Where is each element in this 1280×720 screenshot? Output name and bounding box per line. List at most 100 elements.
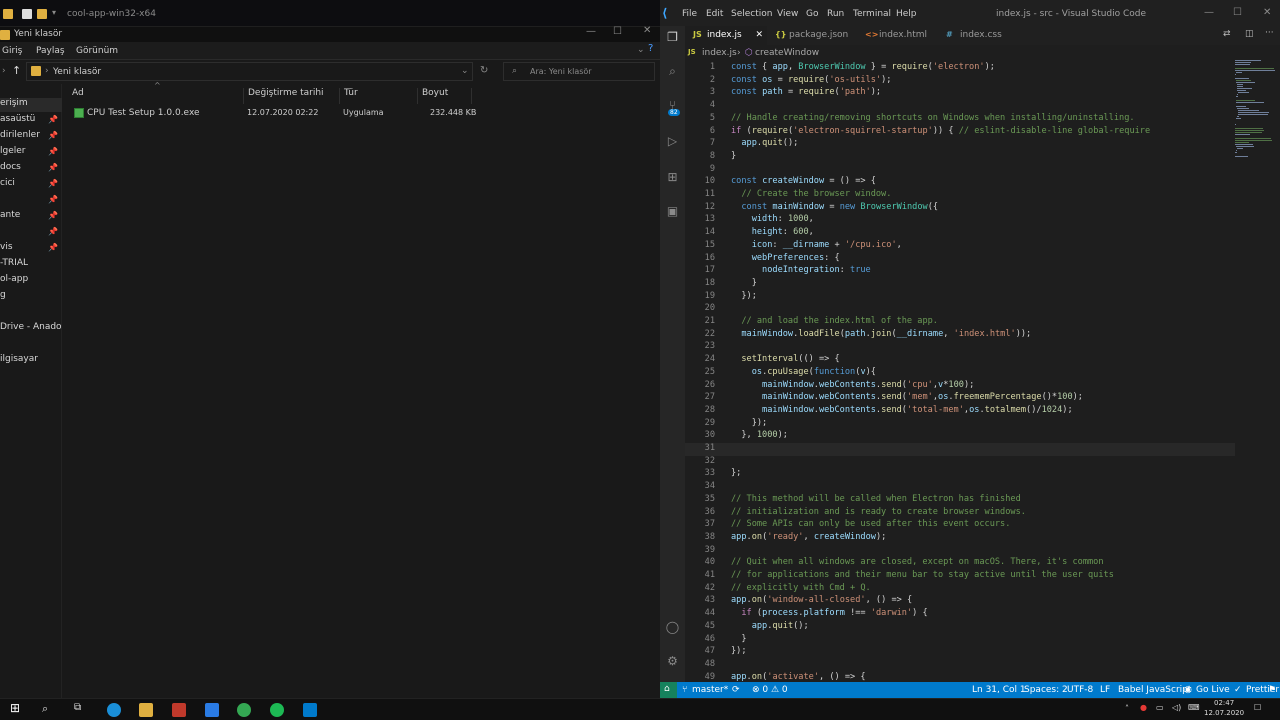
minimize-icon[interactable]: — [586, 26, 596, 37]
tab-index-js[interactable]: JS index.js ✕ [685, 26, 767, 45]
refresh-icon[interactable]: ↻ [480, 65, 488, 76]
spotify-icon[interactable] [270, 703, 284, 717]
notifications-icon[interactable]: ⚑ [1268, 685, 1276, 695]
nav-item[interactable]: Drive - Anadolu Ü [0, 322, 62, 336]
cursor-position[interactable]: Ln 31, Col 1 [972, 685, 1026, 695]
column-header-type[interactable]: Tür [340, 88, 418, 104]
close-icon[interactable]: ✕ [1263, 7, 1271, 18]
run-debug-icon[interactable]: ▷ [665, 134, 680, 149]
file-explorer-icon[interactable] [139, 703, 153, 717]
nav-item[interactable]: vis 📌 [0, 242, 62, 256]
column-header-date[interactable]: Değiştirme tarihi [244, 88, 340, 104]
chevron-up-icon[interactable]: ˄ [1125, 704, 1129, 713]
language-icon[interactable]: ⌨ [1188, 703, 1200, 712]
search-icon[interactable]: ⌕ [42, 702, 48, 716]
column-header-name[interactable]: Ad [68, 88, 244, 104]
extensions-icon[interactable]: ⊞ [665, 170, 680, 185]
nav-item[interactable]: 📌 [0, 194, 62, 208]
chevron-right-icon[interactable]: › [2, 66, 6, 76]
nav-item[interactable]: cici 📌 [0, 178, 62, 192]
problems-indicator[interactable]: ⊗ 0 ⚠ 0 [752, 685, 788, 695]
minimize-icon[interactable]: — [1204, 7, 1214, 18]
nav-item[interactable] [0, 306, 62, 320]
encoding[interactable]: UTF-8 [1067, 685, 1093, 695]
ribbon-tab-home[interactable]: Giriş [2, 46, 22, 56]
go-live-button[interactable]: Go Live [1196, 685, 1230, 695]
account-icon[interactable]: ◯ [665, 620, 680, 635]
language-mode[interactable]: Babel JavaScript [1118, 685, 1191, 695]
code-line: 33}; [685, 468, 1235, 481]
menu-file[interactable]: File [682, 9, 697, 19]
ribbon-tab-share[interactable]: Paylaş [36, 46, 65, 56]
nav-item[interactable]: ante 📌 [0, 210, 62, 224]
settings-gear-icon[interactable]: ⚙ [665, 654, 680, 669]
nav-item[interactable]: g [0, 290, 62, 304]
chevron-down-icon[interactable]: ⌄ [637, 45, 645, 55]
address-bar[interactable]: › Yeni klasör ⌄ [26, 62, 473, 81]
nav-item[interactable]: -TRIAL [0, 258, 62, 272]
column-header-size[interactable]: Boyut [418, 88, 472, 104]
nav-item[interactable] [0, 338, 62, 352]
nav-item[interactable]: ilgisayar [0, 354, 62, 368]
menu-edit[interactable]: Edit [706, 9, 723, 19]
notification-center-icon[interactable]: ☐ [1254, 703, 1261, 712]
menu-go[interactable]: Go [806, 9, 818, 19]
nav-item[interactable]: erişim [0, 98, 62, 112]
todo-icon[interactable] [205, 703, 219, 717]
nav-item[interactable]: docs 📌 [0, 162, 62, 176]
menu-selection[interactable]: Selection [731, 9, 772, 19]
ribbon-tab-view[interactable]: Görünüm [76, 46, 118, 56]
file-row[interactable]: CPU Test Setup 1.0.0.exe 12.07.2020 02:2… [70, 106, 476, 122]
more-actions-icon[interactable]: ··· [1265, 28, 1274, 38]
clock-date[interactable]: 12.07.2020 [1204, 709, 1244, 717]
breadcrumb-symbol[interactable]: createWindow [755, 48, 819, 58]
close-tab-icon[interactable]: ✕ [755, 30, 763, 40]
git-branch[interactable]: master* [692, 685, 728, 695]
task-view-icon[interactable]: ⧉ [74, 702, 81, 713]
nav-item[interactable]: 📌 [0, 226, 62, 240]
chrome-icon[interactable] [237, 703, 251, 717]
line-ending[interactable]: LF [1100, 685, 1110, 695]
nav-item-label: dirilenler [0, 130, 40, 140]
remote-explorer-icon[interactable]: ▣ [665, 204, 680, 219]
maximize-icon[interactable]: ☐ [1233, 7, 1242, 18]
volume-icon[interactable]: ◁) [1172, 703, 1181, 712]
maximize-icon[interactable]: ☐ [613, 26, 622, 37]
record-icon[interactable]: ● [1140, 703, 1147, 712]
menu-help[interactable]: Help [896, 9, 917, 19]
breadcrumb-file[interactable]: index.js [702, 48, 737, 58]
menu-view[interactable]: View [777, 9, 798, 19]
sync-icon[interactable]: ⟳ [732, 685, 740, 695]
split-editor-icon[interactable]: ⇄ [1223, 29, 1231, 39]
help-icon[interactable]: ? [648, 43, 653, 54]
tab-index-html[interactable]: <> index.html [857, 26, 938, 45]
windows-start-icon[interactable]: ⊞ [10, 701, 20, 715]
edge-icon[interactable] [107, 703, 121, 717]
new-folder-icon[interactable] [37, 9, 47, 19]
clock-time[interactable]: 02:47 [1214, 699, 1234, 707]
menu-terminal[interactable]: Terminal [853, 9, 891, 19]
explorer-files-icon[interactable]: ❐ [665, 30, 680, 45]
indentation[interactable]: Spaces: 2 [1024, 685, 1068, 695]
tab-index-css[interactable]: # index.css [938, 26, 1018, 45]
nav-item[interactable]: ol-app [0, 274, 62, 288]
split-view-icon[interactable]: ◫ [1245, 29, 1254, 39]
remote-indicator[interactable]: ⌂ [660, 682, 677, 698]
search-icon[interactable]: ⌕ [665, 64, 680, 79]
properties-icon[interactable] [22, 9, 32, 19]
filezilla-icon[interactable] [172, 703, 186, 717]
nav-item[interactable]: asaüstü 📌 [0, 114, 62, 128]
minimap[interactable] [1235, 60, 1280, 180]
close-icon[interactable]: ✕ [643, 25, 651, 36]
nav-item[interactable]: lgeler 📌 [0, 146, 62, 160]
menu-run[interactable]: Run [827, 9, 844, 19]
vscode-taskbar-icon[interactable] [303, 703, 317, 717]
quick-access-dropdown-icon[interactable]: ▾ [52, 8, 56, 17]
up-arrow-icon[interactable]: ↑ [12, 64, 21, 77]
chevron-down-icon[interactable]: ⌄ [461, 66, 469, 76]
code-editor[interactable]: 1 const { app, BrowserWindow } = require(… [685, 60, 1280, 682]
tab-package-json[interactable]: {} package.json [767, 26, 857, 45]
search-input[interactable]: ⌕ Ara: Yeni klasör [503, 62, 655, 81]
network-icon[interactable]: ▭ [1156, 703, 1164, 712]
nav-item[interactable]: dirilenler 📌 [0, 130, 62, 144]
